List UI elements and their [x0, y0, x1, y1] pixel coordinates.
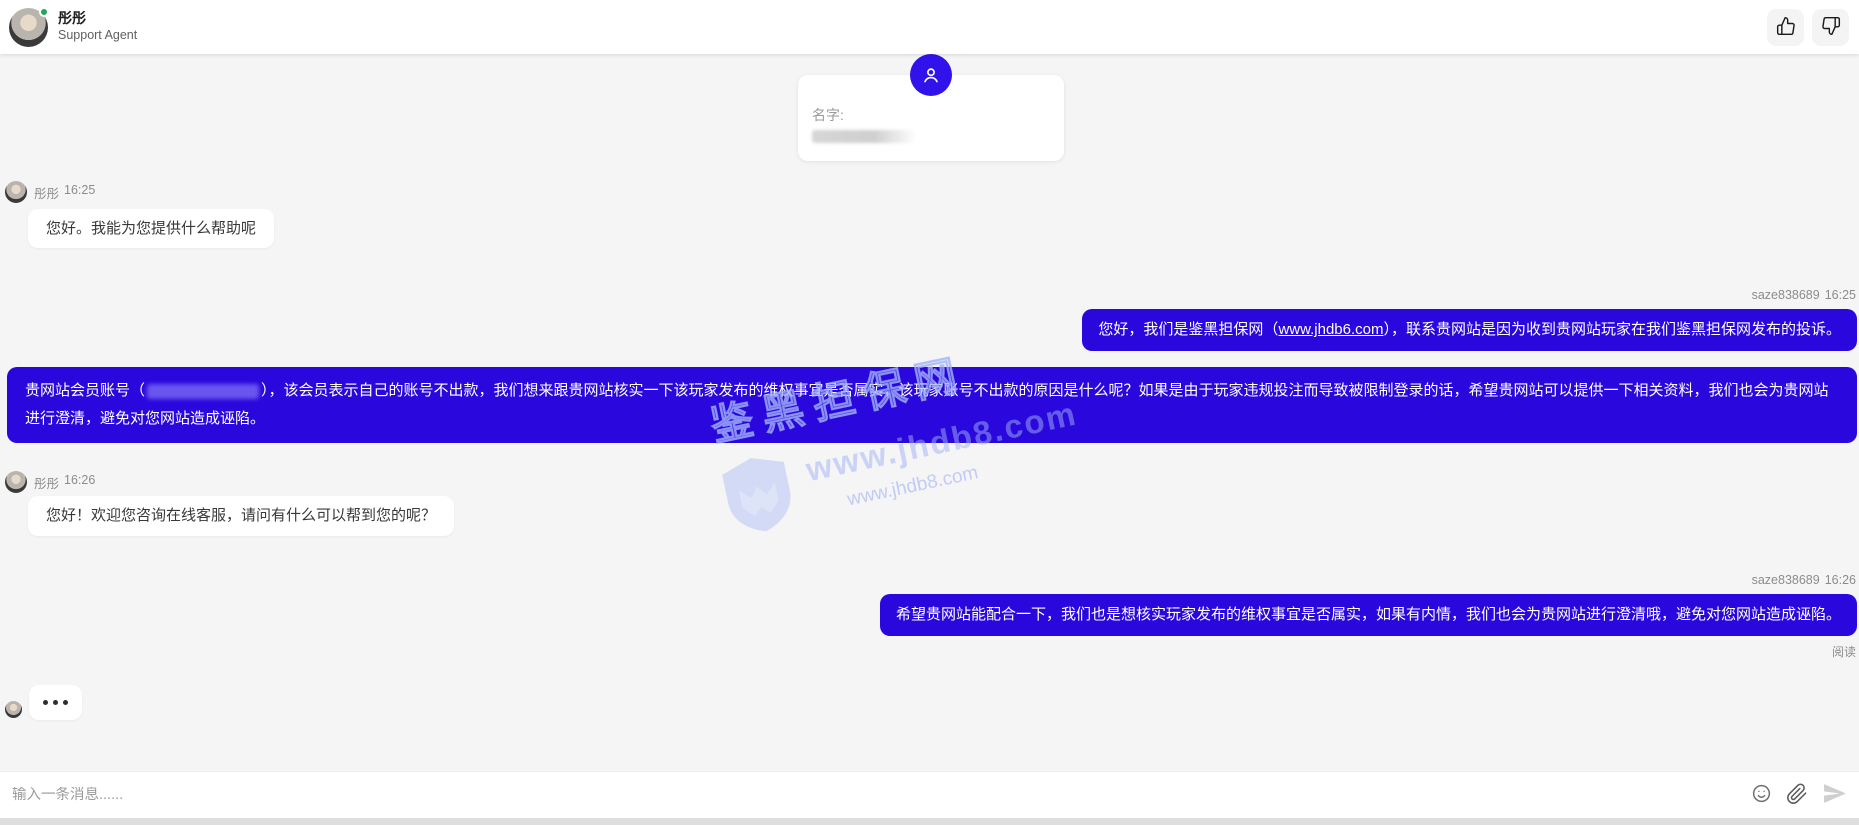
visitor-message-bubble-wide: 贵网站会员账号（），该会员表示自己的账号不出款，我们想来跟贵网站核实一下该玩家发… [7, 367, 1857, 443]
message-time: 16:25 [64, 183, 95, 202]
agent-avatar [9, 8, 48, 47]
agent-avatar-small [5, 701, 22, 718]
agent-avatar-small [5, 181, 27, 203]
paperclip-icon [1786, 783, 1808, 808]
typing-dots-icon [29, 685, 82, 720]
send-button[interactable] [1822, 781, 1847, 809]
visitor-message-bubble: 希望贵网站能配合一下，我们也是想核实玩家发布的维权事宜是否属实，如果有内情，我们… [880, 594, 1857, 636]
agent-name: 彤彤 [58, 10, 137, 28]
message-time: 16:26 [1825, 573, 1856, 587]
message-time: 16:26 [64, 473, 95, 492]
name-field-label: 名字: [812, 105, 1050, 125]
message-group-agent: 彤彤 16:25 您好。我能为您提供什么帮助呢 [5, 181, 1857, 248]
emoji-icon [1751, 783, 1772, 807]
chat-header: 彤彤 Support Agent [0, 0, 1859, 54]
message-sender: saze838689 [1752, 288, 1820, 302]
prechat-form-card: 名字: [798, 75, 1064, 161]
message-text: 贵网站会员账号（ [25, 382, 145, 399]
message-group-agent: 彤彤 16:26 您好！欢迎您咨询在线客服，请问有什么可以帮到您的呢？ [5, 471, 1857, 535]
agent-subtitle: Support Agent [58, 28, 137, 44]
message-list[interactable]: 名字: 彤彤 16:25 您好。我能为您提供什么帮助呢 saze838689 1… [0, 54, 1859, 771]
send-icon [1822, 781, 1847, 809]
agent-typing-indicator [5, 685, 1857, 720]
agent-avatar-small [5, 471, 27, 493]
name-field-value-redacted [812, 130, 916, 143]
online-status-dot [39, 7, 49, 17]
message-text: ），该会员表示自己的账号不出款，我们想来跟贵网站核实一下该玩家发布的维权事宜是否… [25, 382, 1829, 427]
thumbs-down-button[interactable] [1812, 9, 1849, 46]
message-group-visitor: 贵网站会员账号（），该会员表示自己的账号不出款，我们想来跟贵网站核实一下该玩家发… [5, 367, 1857, 443]
message-input[interactable] [12, 787, 1751, 803]
message-text: 您好，我们是鉴黑担保网（ [1098, 321, 1278, 338]
message-composer [0, 771, 1859, 818]
chat-widget: 彤彤 Support Agent 名字: [0, 0, 1859, 825]
agent-message-bubble: 您好。我能为您提供什么帮助呢 [28, 209, 274, 248]
account-number-redacted [147, 384, 259, 399]
visitor-message-bubble: 您好，我们是鉴黑担保网（www.jhdb6.com），联系贵网站是因为收到贵网站… [1082, 309, 1857, 351]
agent-message-bubble: 您好！欢迎您咨询在线客服，请问有什么可以帮到您的呢？ [28, 496, 454, 535]
user-circle-icon [910, 54, 952, 96]
read-receipt: 阅读 [5, 643, 1857, 660]
bottom-edge [0, 818, 1859, 825]
thumbs-up-icon [1776, 16, 1796, 39]
message-sender: 彤彤 [34, 183, 59, 202]
message-time: 16:25 [1825, 288, 1856, 302]
thumbs-down-icon [1821, 16, 1841, 39]
message-group-visitor: saze838689 16:26 希望贵网站能配合一下，我们也是想核实玩家发布的… [5, 573, 1857, 660]
thumbs-up-button[interactable] [1767, 9, 1804, 46]
message-text: ），联系贵网站是因为收到贵网站玩家在我们鉴黑担保网发布的投诉。 [1383, 321, 1841, 338]
attach-file-button[interactable] [1786, 783, 1808, 808]
message-sender: saze838689 [1752, 573, 1820, 587]
message-group-visitor: saze838689 16:25 您好，我们是鉴黑担保网（www.jhdb6.c… [5, 288, 1857, 351]
message-sender: 彤彤 [34, 473, 59, 492]
jhdb6-link[interactable]: www.jhdb6.com [1278, 321, 1383, 338]
emoji-button[interactable] [1751, 783, 1772, 807]
